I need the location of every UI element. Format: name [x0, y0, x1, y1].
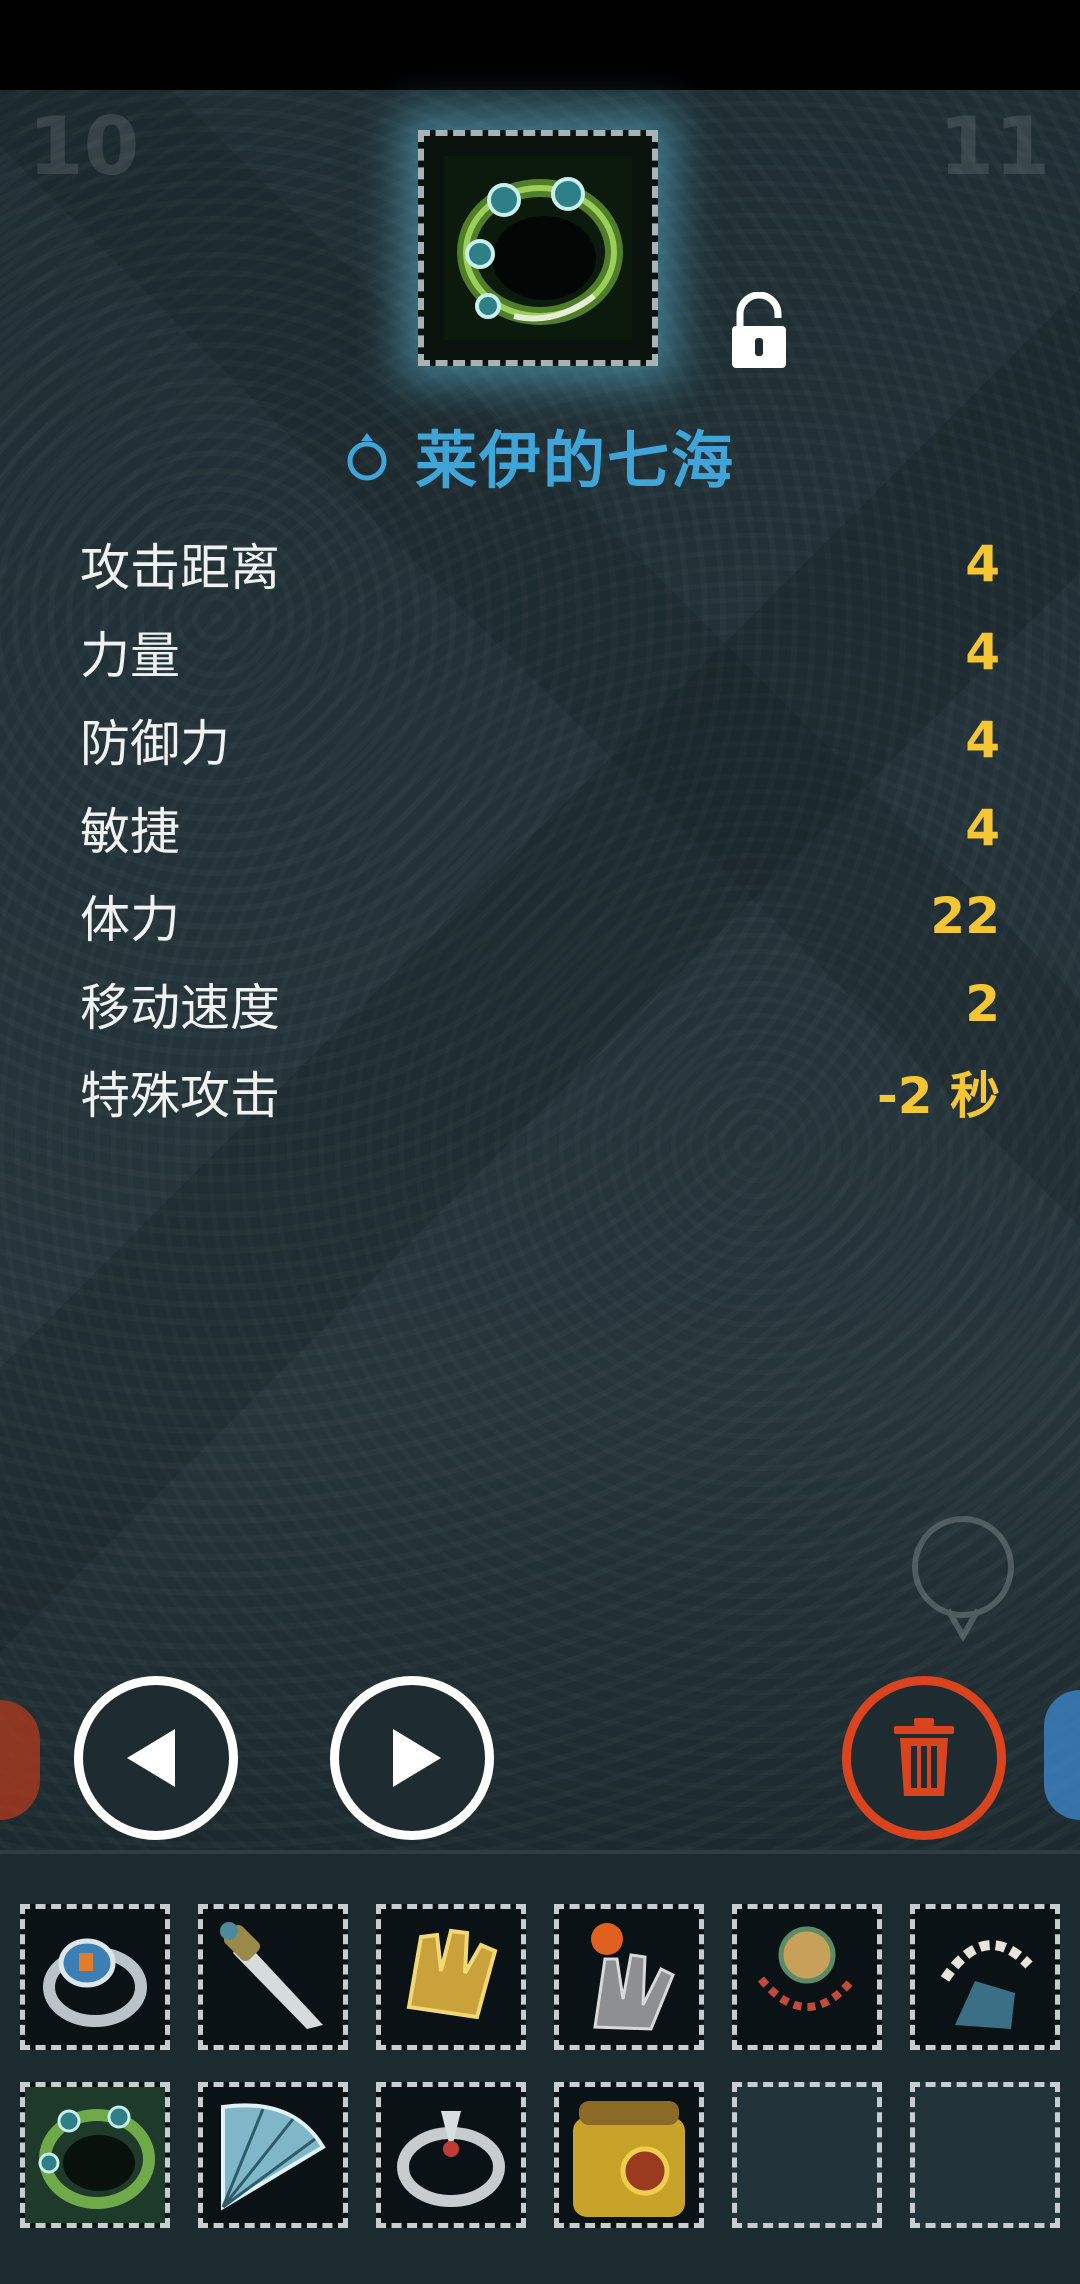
golden-gauntlet-icon [406, 1928, 498, 2020]
ice-fan-icon [221, 2103, 326, 2211]
stat-row-stamina: 体力 22 [80, 872, 1000, 960]
dagger-icon [220, 1922, 323, 2029]
item-name: 莱伊的七海 [414, 424, 735, 497]
silver-serpent-ring-icon [397, 2111, 505, 2207]
stat-row-defense: 防御力 4 [80, 696, 1000, 784]
triangle-left-icon [127, 1729, 175, 1787]
stat-label: 移动速度 [80, 979, 280, 1037]
next-item-button[interactable] [330, 1676, 494, 1840]
inventory-slot-beaded-necklace[interactable] [732, 1904, 882, 2050]
stat-label: 防御力 [80, 715, 230, 773]
inventory-panel [0, 1850, 1080, 2284]
stat-row-attack-range: 攻击距离 4 [80, 520, 1000, 608]
stat-value: 4 [965, 799, 1000, 857]
stat-value: 2 [965, 975, 1000, 1033]
stat-value: 4 [965, 623, 1000, 681]
triangle-right-icon [393, 1729, 441, 1787]
speech-bubble-icon [912, 1516, 1014, 1642]
inventory-slot-empty[interactable] [732, 2082, 882, 2228]
delete-item-button[interactable] [842, 1676, 1006, 1840]
inventory-slot-jade-chain-ring[interactable] [20, 2082, 170, 2228]
stat-row-agility: 敏捷 4 [80, 784, 1000, 872]
selected-item-frame [418, 130, 658, 366]
inventory-slot-flame-claw[interactable] [554, 1904, 704, 2050]
item-title: 莱伊的七海 [0, 410, 1080, 500]
stat-value: -2 秒 [877, 1067, 1000, 1125]
stat-row-strength: 力量 4 [80, 608, 1000, 696]
jade-chain-ring-icon [444, 156, 632, 340]
stat-value: 4 [965, 535, 1000, 593]
gold-armor-icon [573, 2101, 685, 2217]
side-button-partial-right [1044, 1690, 1080, 1820]
stat-label: 特殊攻击 [80, 1067, 280, 1125]
stat-label: 攻击距离 [80, 539, 280, 597]
inventory-slot-blue-gem-ring[interactable] [20, 1904, 170, 2050]
inventory-slot-ice-fan[interactable] [198, 2082, 348, 2228]
inventory-slot-dagger[interactable] [198, 1904, 348, 2050]
stats-list: 攻击距离 4 力量 4 防御力 4 敏捷 4 体力 22 移动速度 2 特殊攻击… [80, 520, 1000, 1136]
inventory-slot-empty[interactable] [910, 2082, 1060, 2228]
unlocked-padlock-icon[interactable] [726, 292, 792, 372]
stat-label: 敏捷 [80, 803, 180, 861]
stat-value: 4 [965, 711, 1000, 769]
ring-category-icon [347, 433, 387, 481]
inventory-slot-bone-claw[interactable] [910, 1904, 1060, 2050]
status-bar [0, 0, 1080, 90]
inventory-slot-golden-gauntlet[interactable] [376, 1904, 526, 2050]
beaded-necklace-icon [757, 1926, 857, 2011]
stat-label: 力量 [80, 627, 180, 685]
stat-row-move-speed: 移动速度 2 [80, 960, 1000, 1048]
stat-row-special-attack: 特殊攻击 -2 秒 [80, 1048, 1000, 1136]
inventory-slot-silver-serpent-ring[interactable] [376, 2082, 526, 2228]
jade-chain-ring-icon [25, 2087, 165, 2223]
flame-claw-icon [591, 1923, 675, 2031]
level-number-left: 10 [28, 100, 140, 193]
stat-label: 体力 [80, 891, 180, 949]
blue-gem-ring-icon [43, 1938, 147, 2027]
bone-claw-icon [940, 1940, 1033, 2029]
level-number-right: 11 [938, 100, 1050, 193]
stat-value: 22 [930, 887, 1000, 945]
previous-item-button[interactable] [74, 1676, 238, 1840]
inventory-slot-gold-armor[interactable] [554, 2082, 704, 2228]
trash-can-icon [894, 1718, 954, 1796]
